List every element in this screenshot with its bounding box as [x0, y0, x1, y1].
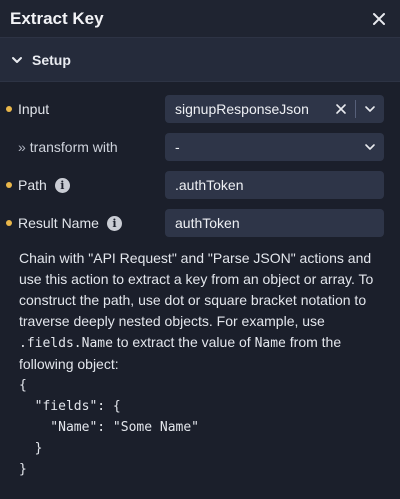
chevron-down-icon[interactable]	[362, 101, 378, 117]
transform-prefix: »	[18, 139, 26, 155]
result-name-label: Result Name	[18, 215, 99, 231]
close-icon[interactable]	[368, 8, 390, 30]
path-row: Path i .authToken	[0, 166, 400, 204]
transform-label-group: » transform with	[18, 139, 118, 155]
title-bar: Extract Key	[0, 0, 400, 38]
result-name-input[interactable]: authToken	[165, 209, 384, 237]
transform-label: transform with	[29, 139, 118, 155]
required-dot	[6, 106, 12, 112]
required-dot	[6, 182, 12, 188]
description-text: Chain with "API Request" and "Parse JSON…	[0, 242, 400, 375]
select-separator	[355, 100, 356, 118]
description-code-block: { "fields": { "Name": "Some Name" } }	[19, 378, 200, 477]
description-part1: Chain with "API Request" and "Parse JSON…	[19, 250, 374, 329]
path-input[interactable]: .authToken	[165, 171, 384, 199]
chevron-down-icon	[10, 53, 24, 67]
result-name-input-value: authToken	[175, 215, 240, 231]
result-name-label-group: Result Name i	[6, 215, 122, 231]
input-row: Input signupResponseJson	[0, 90, 400, 128]
input-label: Input	[18, 101, 50, 117]
description-code-path: .fields.Name	[19, 336, 113, 351]
description-part2: to extract the value of	[112, 334, 255, 350]
path-label-group: Path i	[6, 177, 70, 193]
section-title: Setup	[32, 51, 71, 68]
clear-icon[interactable]	[333, 101, 349, 117]
transform-row: » transform with -	[0, 128, 400, 166]
input-select[interactable]: signupResponseJson	[165, 95, 384, 123]
required-dot	[6, 220, 12, 226]
setup-content: Input signupResponseJson » transform wit…	[0, 82, 400, 480]
chevron-down-icon[interactable]	[362, 139, 378, 155]
transform-select[interactable]: -	[165, 133, 384, 161]
setup-section-header[interactable]: Setup	[0, 38, 400, 82]
result-name-row: Result Name i authToken	[0, 204, 400, 242]
description-code-key: Name	[254, 336, 286, 351]
transform-select-value: -	[175, 139, 180, 155]
info-icon[interactable]: i	[54, 177, 70, 193]
path-label: Path	[18, 177, 47, 193]
path-input-value: .authToken	[175, 177, 244, 193]
input-label-group: Input	[6, 101, 49, 117]
window-title: Extract Key	[10, 8, 104, 28]
input-select-value: signupResponseJson	[175, 101, 309, 117]
info-icon[interactable]: i	[106, 215, 122, 231]
